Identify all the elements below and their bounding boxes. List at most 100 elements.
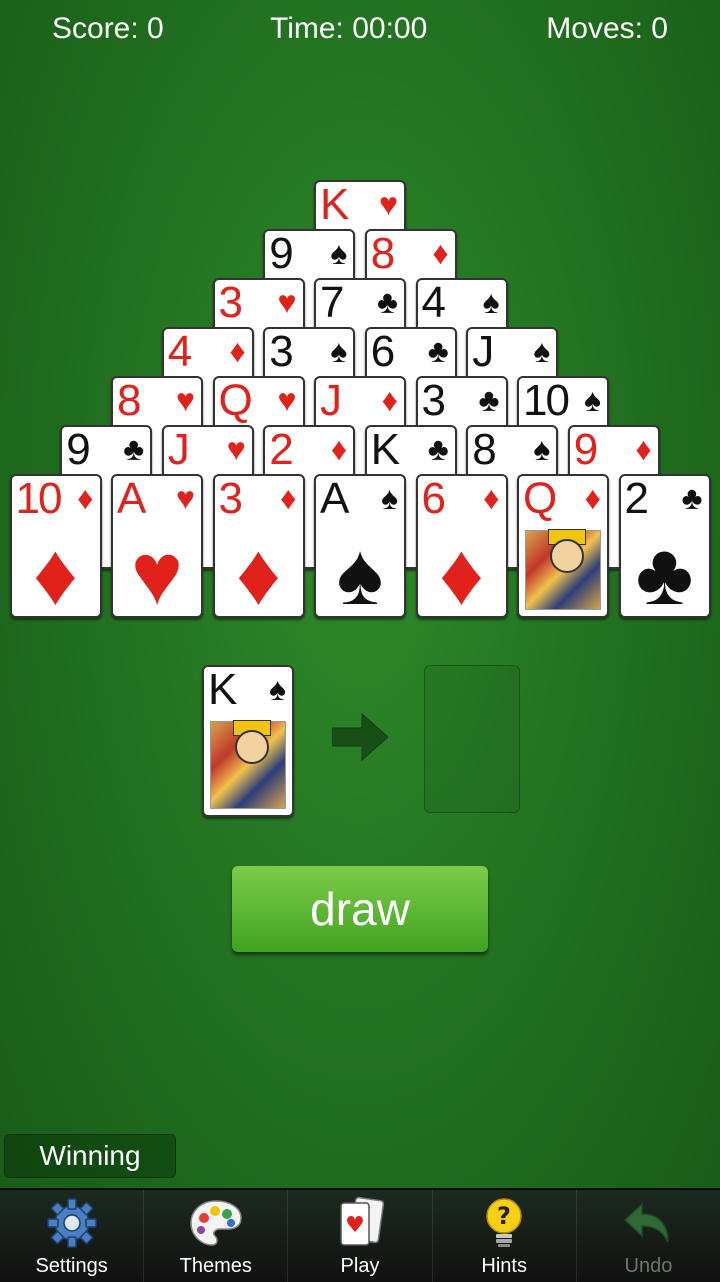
card-rank: K — [320, 180, 349, 229]
card-suit-icon: ♥ — [176, 480, 195, 516]
card-rank: K — [370, 425, 400, 474]
card-suit-icon: ♦ — [280, 480, 297, 516]
card-suit-icon: ♥ — [226, 431, 246, 467]
card-rank: 2 — [269, 425, 294, 474]
score-display: Score: 0 — [52, 12, 164, 45]
card-suit-icon: ♠ — [533, 333, 551, 369]
card-suit-icon: ♣ — [681, 480, 703, 516]
nav-hints-label: Hints — [481, 1255, 527, 1277]
card-suit-icon: ♦ — [77, 480, 94, 516]
time-display: Time: 00:00 — [270, 12, 428, 45]
card-rank: 6 — [370, 327, 396, 376]
draw-button[interactable]: draw — [232, 866, 488, 952]
card-suit-icon: ♣ — [427, 333, 449, 369]
card-suit-icon: ♠ — [381, 480, 398, 516]
face-card-art — [525, 529, 601, 610]
nav-themes-label: Themes — [179, 1255, 252, 1277]
nav-settings[interactable]: Settings — [0, 1190, 145, 1282]
svg-text:?: ? — [497, 1202, 511, 1230]
card-suit-icon: ♣ — [123, 431, 145, 467]
card-suit-icon: ♣ — [377, 284, 398, 320]
card-rank: 7 — [320, 278, 345, 327]
card-rank: 4 — [167, 327, 193, 376]
card-center-suit-icon: ♦ — [33, 524, 78, 618]
nav-themes[interactable]: Themes — [144, 1190, 289, 1282]
card-suit-icon: ♣ — [427, 431, 449, 467]
hud-bar: Score: 0 Time: 00:00 Moves: 0 — [0, 8, 720, 56]
card-suit-icon: ♦ — [432, 235, 449, 271]
undo-arrow-icon — [620, 1195, 676, 1251]
lightbulb-icon: ? — [476, 1195, 532, 1251]
card-rank: 6 — [421, 474, 447, 523]
card-center-suit-icon: ♦ — [236, 524, 281, 618]
card-rank: A — [117, 474, 146, 523]
pyramid-card[interactable]: 10 ♦ ♦ — [9, 474, 102, 618]
waste-pile-slot[interactable] — [424, 665, 520, 813]
card-suit-icon: ♦ — [635, 431, 652, 467]
card-rank: 8 — [117, 376, 142, 425]
card-center-suit-icon: ♣ — [635, 524, 694, 618]
card-rank: 10 — [15, 474, 63, 523]
stock-card[interactable]: K ♠ — [202, 665, 294, 817]
card-rank: 3 — [269, 327, 294, 376]
card-suit-icon: ♥ — [176, 382, 195, 418]
card-rank: J — [167, 425, 190, 474]
card-rank: 9 — [269, 229, 294, 278]
nav-play-label: Play — [340, 1255, 380, 1277]
nav-undo[interactable]: Undo — [577, 1190, 720, 1282]
card-suit-icon: ♠ — [533, 431, 551, 467]
pyramid-card[interactable]: A ♠ ♠ — [314, 474, 406, 618]
card-rank: K — [208, 665, 237, 714]
moves-display: Moves: 0 — [546, 12, 668, 45]
card-suit-icon: ♦ — [330, 431, 348, 467]
card-rank: 2 — [624, 474, 650, 523]
face-card-art — [210, 720, 286, 809]
card-rank: 8 — [472, 425, 497, 474]
card-rank: Q — [523, 474, 557, 523]
pyramid-card[interactable]: A ♥ ♥ — [111, 474, 203, 618]
card-suit-icon: ♠ — [269, 671, 286, 707]
card-rank: 4 — [421, 278, 447, 327]
card-suit-icon: ♣ — [478, 382, 500, 418]
winning-badge: Winning — [4, 1134, 176, 1178]
bottom-nav-bar: Settings Themes ♥ Play ? Hints Undo — [0, 1188, 720, 1282]
card-suit-icon: ♠ — [584, 382, 601, 418]
card-suit-icon: ♦ — [584, 480, 601, 516]
right-arrow-icon — [332, 712, 388, 762]
card-rank: Q — [218, 376, 253, 425]
card-suit-icon: ♥ — [277, 382, 297, 418]
card-rank: 9 — [573, 425, 599, 474]
pyramid-card[interactable]: Q ♦ — [517, 474, 609, 618]
card-center-suit-icon: ♥ — [130, 524, 184, 618]
svg-text:♥: ♥ — [345, 1213, 365, 1238]
card-rank: J — [320, 376, 342, 425]
nav-settings-label: Settings — [35, 1255, 108, 1277]
card-center-suit-icon: ♦ — [439, 524, 484, 618]
card-rank: 3 — [218, 474, 244, 523]
pyramid-card[interactable]: 2 ♣ ♣ — [618, 474, 711, 618]
card-rank: 3 — [218, 278, 244, 327]
nav-play[interactable]: ♥ Play — [288, 1190, 433, 1282]
card-suit-icon: ♦ — [381, 382, 398, 418]
card-rank: 8 — [370, 229, 396, 278]
card-rank: 3 — [421, 376, 447, 425]
pyramid-card[interactable]: 6 ♦ ♦ — [415, 474, 508, 618]
card-suit-icon: ♥ — [379, 186, 398, 222]
card-suit-icon: ♠ — [482, 284, 500, 320]
gear-icon — [44, 1195, 100, 1251]
card-suit-icon: ♥ — [277, 284, 297, 320]
nav-hints[interactable]: ? Hints — [433, 1190, 577, 1282]
pyramid-card[interactable]: 3 ♦ ♦ — [212, 474, 305, 618]
palette-icon — [188, 1195, 244, 1251]
card-suit-icon: ♠ — [330, 333, 348, 369]
nav-undo-label: Undo — [624, 1255, 673, 1277]
card-center-suit-icon: ♠ — [336, 524, 384, 618]
card-suit-icon: ♦ — [229, 333, 246, 369]
card-rank: 10 — [523, 376, 570, 425]
card-rank: 9 — [66, 425, 91, 474]
card-rank: A — [320, 474, 349, 523]
card-suit-icon: ♠ — [330, 235, 348, 271]
card-suit-icon: ♦ — [483, 480, 500, 516]
cards-icon: ♥ — [332, 1195, 388, 1251]
card-rank: J — [472, 327, 494, 376]
